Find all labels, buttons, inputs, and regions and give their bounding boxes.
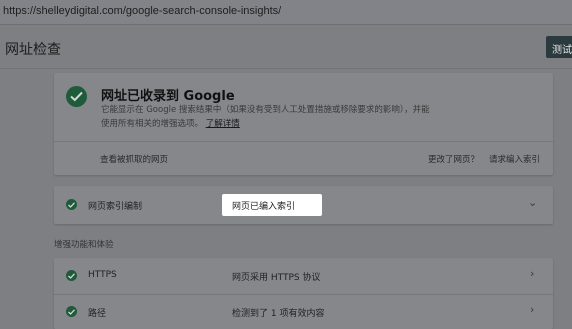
index-status-title: 网址已收录到 Google <box>101 89 235 104</box>
test-live-url-button[interactable]: 测试实 <box>546 36 572 58</box>
enhancements-section-title: 增强功能和体验 <box>54 240 114 250</box>
index-status-card: 网址已收录到 Google 它能显示在 Google 搜索结果中（如果没有受到人… <box>54 73 553 175</box>
enhancement-value: 网页采用 HTTPS 协议 <box>232 273 321 283</box>
enhancement-label: 路径 <box>88 309 107 319</box>
coverage-row[interactable]: 网页索引编制 网页已编入索引 ⌄ <box>54 186 553 224</box>
coverage-status-value: 网页已编入索引 <box>222 194 322 216</box>
request-indexing-button[interactable]: 请求编入索引 <box>489 153 540 165</box>
chevron-right-icon[interactable]: › <box>530 267 534 280</box>
address-bar[interactable]: https://shelleydigital.com/google-search… <box>0 0 572 24</box>
chevron-right-icon[interactable]: › <box>530 303 534 316</box>
learn-more-link[interactable]: 了解详情 <box>206 119 240 129</box>
index-status-description: 它能显示在 Google 搜索结果中（如果没有受到人工处置措施或移除要求的影响）… <box>101 103 431 131</box>
enhancement-divider <box>54 294 553 295</box>
card-divider <box>54 141 553 142</box>
changed-page-label: 更改了网页？ <box>428 155 480 165</box>
check-circle-icon <box>66 199 77 210</box>
check-circle-icon <box>66 86 87 107</box>
page-title: 网址检查 <box>5 42 61 58</box>
enhancement-value: 检测到了 1 项有效内容 <box>232 309 325 319</box>
address-bar-divider <box>0 24 572 25</box>
check-circle-icon <box>66 270 77 281</box>
chevron-down-icon[interactable]: ⌄ <box>528 196 537 209</box>
enhancement-label: HTTPS <box>88 270 117 280</box>
enhancements-card: HTTPS 网页采用 HTTPS 协议 › 路径 检测到了 1 项有效内容 › <box>54 258 553 329</box>
header-divider <box>0 68 572 69</box>
view-crawled-page-button[interactable]: 查看被抓取的网页 <box>100 153 168 165</box>
coverage-label: 网页索引编制 <box>88 202 143 212</box>
index-status-description-text: 它能显示在 Google 搜索结果中（如果没有受到人工处置措施或移除要求的影响）… <box>101 105 430 129</box>
check-circle-icon <box>66 306 77 317</box>
